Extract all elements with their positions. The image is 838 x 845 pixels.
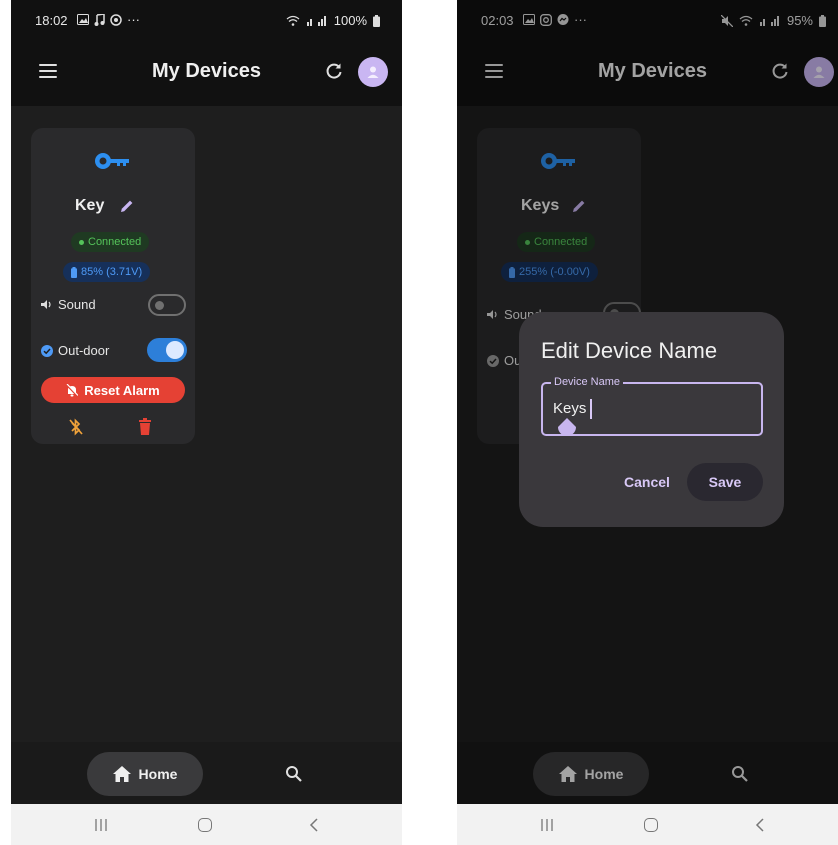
avatar-icon bbox=[367, 66, 379, 78]
recent-apps-icon[interactable] bbox=[94, 819, 108, 831]
sound-label: Sound bbox=[58, 297, 96, 312]
status-text: Connected bbox=[88, 236, 142, 248]
status-dot bbox=[79, 239, 84, 245]
bottom-navigation: Home bbox=[11, 742, 402, 804]
outdoor-row: Out-door bbox=[41, 343, 109, 358]
outdoor-toggle[interactable] bbox=[147, 338, 187, 362]
outdoor-label: Out-door bbox=[58, 343, 110, 358]
system-indicators: 100% bbox=[286, 13, 380, 28]
toggle-knob bbox=[155, 301, 164, 310]
pencil-icon[interactable] bbox=[119, 198, 135, 214]
avatar[interactable] bbox=[358, 57, 388, 87]
system-home-icon[interactable] bbox=[644, 818, 658, 832]
edit-name-dialog: Edit Device Name Device Name Keys Cancel… bbox=[519, 312, 784, 527]
text-cursor-handle[interactable] bbox=[556, 418, 578, 440]
search-icon[interactable] bbox=[285, 765, 303, 783]
sound-row: Sound bbox=[41, 297, 96, 312]
save-button[interactable]: Save bbox=[687, 463, 763, 501]
more-notifications-icon: ··· bbox=[127, 12, 140, 27]
battery-badge: 85% (3.71V) bbox=[63, 262, 151, 282]
dialog-title: Edit Device Name bbox=[541, 338, 718, 363]
system-home-icon[interactable] bbox=[198, 818, 212, 832]
device-card: Key Connected 85% (3.71V) Sound Out-door bbox=[31, 128, 195, 444]
music-icon bbox=[94, 13, 105, 26]
system-navigation-bar bbox=[457, 804, 838, 845]
bell-off-icon bbox=[66, 383, 79, 397]
status-time: 18:02 bbox=[35, 13, 68, 28]
back-icon[interactable] bbox=[755, 818, 765, 832]
reset-alarm-button[interactable]: Reset Alarm bbox=[41, 377, 185, 403]
record-icon bbox=[110, 13, 122, 26]
input-value: Keys bbox=[553, 400, 587, 417]
text-caret bbox=[590, 399, 592, 419]
bluetooth-disabled-icon[interactable] bbox=[68, 418, 84, 436]
sound-toggle[interactable] bbox=[148, 294, 186, 316]
status-bar: 18:02 ··· 100% bbox=[11, 0, 402, 40]
toggle-knob bbox=[166, 341, 184, 359]
trash-icon[interactable] bbox=[138, 418, 152, 435]
nav-home-label: Home bbox=[138, 766, 178, 782]
back-icon[interactable] bbox=[309, 818, 319, 832]
status-badge: Connected bbox=[71, 232, 150, 252]
volume-icon bbox=[41, 300, 51, 309]
battery-status-icon bbox=[373, 14, 380, 27]
signal-icon bbox=[306, 16, 326, 26]
refresh-icon[interactable] bbox=[324, 61, 344, 81]
key-icon bbox=[95, 153, 129, 169]
phone-screen-left: 18:02 ··· 100% My Devices Key Connected … bbox=[11, 0, 402, 845]
cancel-button[interactable]: Cancel bbox=[623, 470, 671, 494]
gallery-icon bbox=[77, 14, 89, 25]
home-icon bbox=[112, 766, 131, 782]
reset-alarm-label: Reset Alarm bbox=[84, 382, 160, 398]
system-navigation-bar bbox=[11, 804, 402, 845]
nav-home-button[interactable]: Home bbox=[87, 752, 203, 796]
app-bar: My Devices bbox=[11, 40, 402, 106]
wifi-icon bbox=[286, 15, 300, 26]
notification-icons: ··· bbox=[77, 12, 140, 27]
device-name: Key bbox=[75, 197, 105, 214]
phone-screen-right: 02:03 ··· 95% My Devices Keys Connected … bbox=[457, 0, 838, 845]
recent-apps-icon[interactable] bbox=[540, 819, 554, 831]
battery-text: 85% (3.71V) bbox=[81, 266, 143, 278]
input-label: Device Name bbox=[551, 376, 624, 388]
battery-icon bbox=[71, 266, 77, 278]
check-circle-icon bbox=[41, 344, 53, 357]
battery-percent: 100% bbox=[333, 13, 367, 28]
